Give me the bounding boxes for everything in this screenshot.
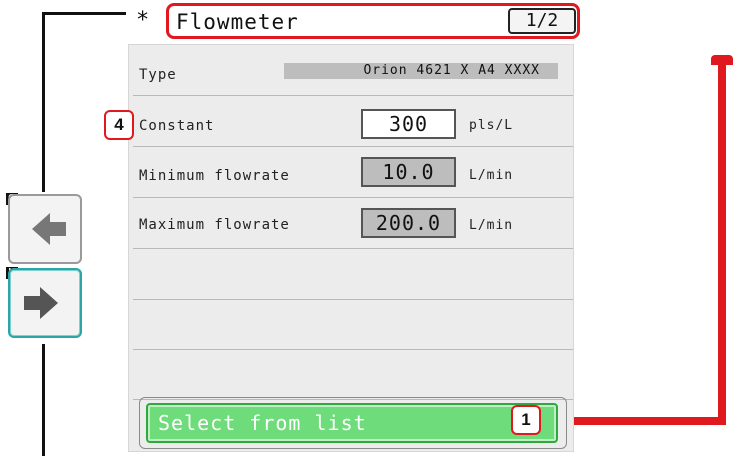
connector-line-top <box>42 12 126 15</box>
select-from-list-button[interactable]: Select from list <box>146 403 558 443</box>
modified-asterisk: * <box>136 8 150 33</box>
row-empty-2 <box>133 300 573 350</box>
row-empty-3 <box>133 350 573 400</box>
type-value: Orion 4621 X A4 XXXX <box>284 63 558 79</box>
callout-line-red-horizontal <box>552 417 726 425</box>
row-empty-1 <box>133 250 573 300</box>
arrow-left-icon <box>32 213 66 245</box>
constant-input[interactable]: 300 <box>361 109 456 139</box>
maximum-flowrate-value[interactable]: 200.0 <box>361 208 456 238</box>
page-indicator[interactable]: 1/2 <box>508 8 576 34</box>
maximum-flowrate-unit: L/min <box>469 218 514 233</box>
maximum-flowrate-label: Maximum flowrate <box>139 217 290 233</box>
back-button[interactable] <box>8 194 82 264</box>
constant-unit: pls/L <box>469 118 514 133</box>
minimum-flowrate-unit: L/min <box>469 168 514 183</box>
arrow-right-icon <box>24 287 58 319</box>
callout-badge-1: 1 <box>511 405 541 435</box>
callout-badge-4: 4 <box>104 110 134 140</box>
constant-label: Constant <box>139 118 215 134</box>
forward-button[interactable] <box>8 268 82 338</box>
type-label: Type <box>139 67 177 83</box>
callout-line-red-vertical <box>718 60 726 425</box>
minimum-flowrate-value[interactable]: 10.0 <box>361 157 456 187</box>
minimum-flowrate-label: Minimum flowrate <box>139 168 290 184</box>
connector-line-left-upper <box>42 12 45 192</box>
connector-line-left-lower <box>42 344 45 456</box>
page-title: Flowmeter <box>176 10 299 34</box>
